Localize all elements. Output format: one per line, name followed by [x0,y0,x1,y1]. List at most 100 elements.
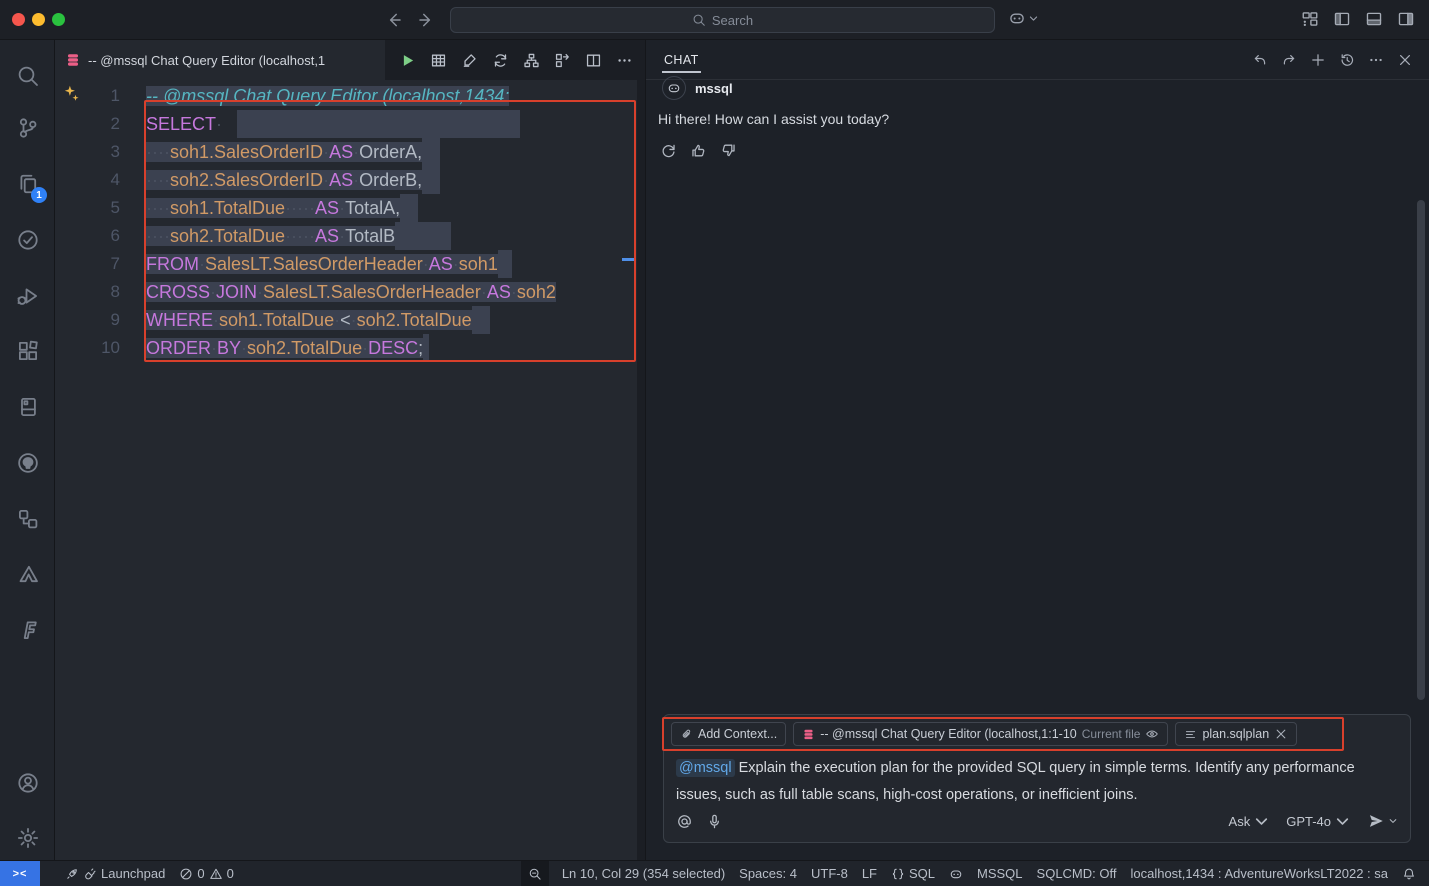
results-grid-icon[interactable] [430,52,447,69]
token: AS [315,226,339,246]
status-encoding[interactable]: UTF-8 [804,861,855,886]
activity-item-notebook[interactable] [0,390,55,424]
activity-item-azure[interactable] [0,557,55,591]
status-launchpad[interactable]: Launchpad [58,861,172,886]
plan-estimated-icon[interactable] [523,52,540,69]
activity-item-search[interactable] [0,59,55,93]
code-text: ····soh1.SalesOrderID·AS·OrderA, [146,138,440,166]
minimize-window-button[interactable] [32,13,45,26]
code-line-5: 5····soh1.TotalDue·····AS·TotalA, [55,194,637,222]
thumbs-up-icon[interactable] [690,142,707,159]
undo-icon[interactable] [1252,52,1268,68]
activity-item-check-circle[interactable] [0,223,55,257]
status-eol[interactable]: LF [855,861,884,886]
chevron-down-icon [1388,816,1398,826]
status-copilot-status[interactable] [942,861,970,886]
copilot-icon [949,867,963,881]
run-icon[interactable] [399,52,416,69]
layout-customize-icon[interactable] [1301,10,1319,28]
add-context-chip[interactable]: Add Context... [671,722,786,746]
github-icon [16,451,40,475]
chat-scrollbar-thumb[interactable] [1417,200,1425,700]
mode-dropdown[interactable]: Ask [1229,813,1271,830]
activity-item-run-debug[interactable] [0,279,55,313]
eye-icon[interactable] [1145,727,1159,741]
token: soh2.SalesOrderID [170,170,323,190]
assistant-name: mssql [695,81,733,96]
activity-item-github[interactable] [0,446,55,480]
status-mssql-provider[interactable]: MSSQL [970,861,1030,886]
regenerate-icon[interactable] [660,142,677,159]
token: BY [217,338,241,358]
layout-sidebar-right-icon[interactable] [1397,10,1415,28]
activity-item-links[interactable] [0,502,55,536]
avatar [662,76,686,100]
at-icon[interactable] [676,813,693,830]
close-icon[interactable] [1397,52,1413,68]
status-label: localhost,1434 : AdventureWorksLT2022 : … [1130,866,1388,881]
list-icon [1184,728,1197,741]
remote-indicator[interactable]: >< [0,861,40,886]
selection-tail [422,166,440,194]
status-sqlcmd[interactable]: SQLCMD: Off [1030,861,1124,886]
arrow-left-icon[interactable] [385,10,405,30]
history-icon[interactable] [1339,52,1355,68]
status-language-mode[interactable]: SQL [884,861,942,886]
chat-input-text[interactable]: @mssql Explain the execution plan for th… [676,755,1396,809]
token: ORDER [146,338,211,358]
status-indentation[interactable]: Spaces: 4 [732,861,804,886]
layout-controls [1301,10,1415,28]
code-text: ····soh2.SalesOrderID·AS·OrderB, [146,166,440,194]
ellipsis-icon[interactable] [616,52,633,69]
mic-icon[interactable] [706,813,723,830]
code-editor[interactable]: 1-- @mssql Chat Query Editor (localhost,… [55,80,637,860]
plan-file-chip[interactable]: plan.sqlplan [1175,722,1297,746]
change-connection-icon[interactable] [492,52,509,69]
plus-icon[interactable] [1310,52,1326,68]
chat-input-box[interactable]: Add Context... -- @mssql Chat Query Edito… [663,714,1411,843]
activity-item-extensions[interactable] [0,334,55,368]
activity-item-gear[interactable] [0,821,55,855]
activity-item-account[interactable] [0,766,55,800]
code-text: SELECT· [146,110,520,138]
format-brush-icon[interactable] [461,52,478,69]
activity-item-fabric[interactable] [0,613,55,647]
copilot-menu-button[interactable] [1008,9,1039,27]
search-icon [16,64,40,88]
ellipsis-icon[interactable] [1368,52,1384,68]
thumbs-down-icon[interactable] [720,142,737,159]
activity-item-explorer[interactable]: 1 [0,167,55,201]
status-connection[interactable]: localhost,1434 : AdventureWorksLT2022 : … [1123,861,1395,886]
zoom-window-button[interactable] [52,13,65,26]
chevron-down-icon [1253,813,1270,830]
selection-tail [472,306,490,334]
plan-actual-icon[interactable] [554,52,571,69]
arrow-right-icon[interactable] [415,10,435,30]
layout-sidebar-left-icon[interactable] [1333,10,1351,28]
chat-input-footer: Ask GPT-4o [676,808,1398,834]
selection-tail [400,194,418,222]
status-label: Ln 10, Col 29 (354 selected) [562,866,725,881]
search-input[interactable]: Search [450,7,995,33]
current-file-chip[interactable]: -- @mssql Chat Query Editor (localhost,1… [793,722,1168,746]
token: soh2.TotalDue [357,310,472,330]
close-window-button[interactable] [12,13,25,26]
token: · [216,114,222,134]
run-debug-icon [16,284,40,308]
status-notifications[interactable] [1395,861,1423,886]
layout-panel-icon[interactable] [1365,10,1383,28]
model-dropdown[interactable]: GPT-4o [1286,813,1351,830]
status-cursor-position[interactable]: Ln 10, Col 29 (354 selected) [555,861,732,886]
tab-chat[interactable]: CHAT [662,43,701,77]
editor-tab[interactable]: -- @mssql Chat Query Editor (localhost,1 [55,40,385,80]
split-editor-icon[interactable] [585,52,602,69]
search-icon [692,13,706,27]
status-problems[interactable]: 00 [172,861,240,886]
line-number: 3 [55,138,146,166]
send-button[interactable] [1367,812,1398,830]
copilot-icon [667,81,681,95]
status-zoom-control[interactable] [521,861,549,886]
redo-icon[interactable] [1281,52,1297,68]
activity-item-source-control[interactable] [0,111,55,145]
close-icon[interactable] [1274,727,1288,741]
